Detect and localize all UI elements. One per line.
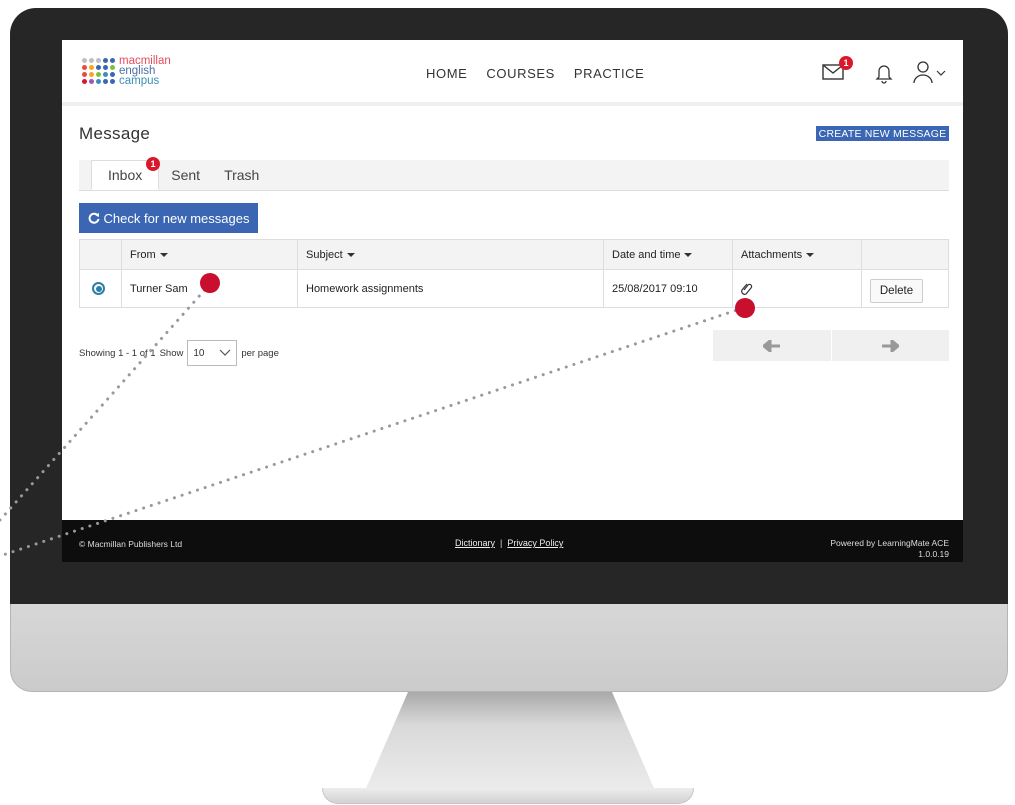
callout-line-sender — [0, 282, 212, 522]
callout-line-attachment — [0, 306, 745, 558]
annotation-dot-attachment — [735, 298, 755, 318]
annotation-dot-sender — [200, 273, 220, 293]
annotation-overlay — [0, 273, 755, 558]
